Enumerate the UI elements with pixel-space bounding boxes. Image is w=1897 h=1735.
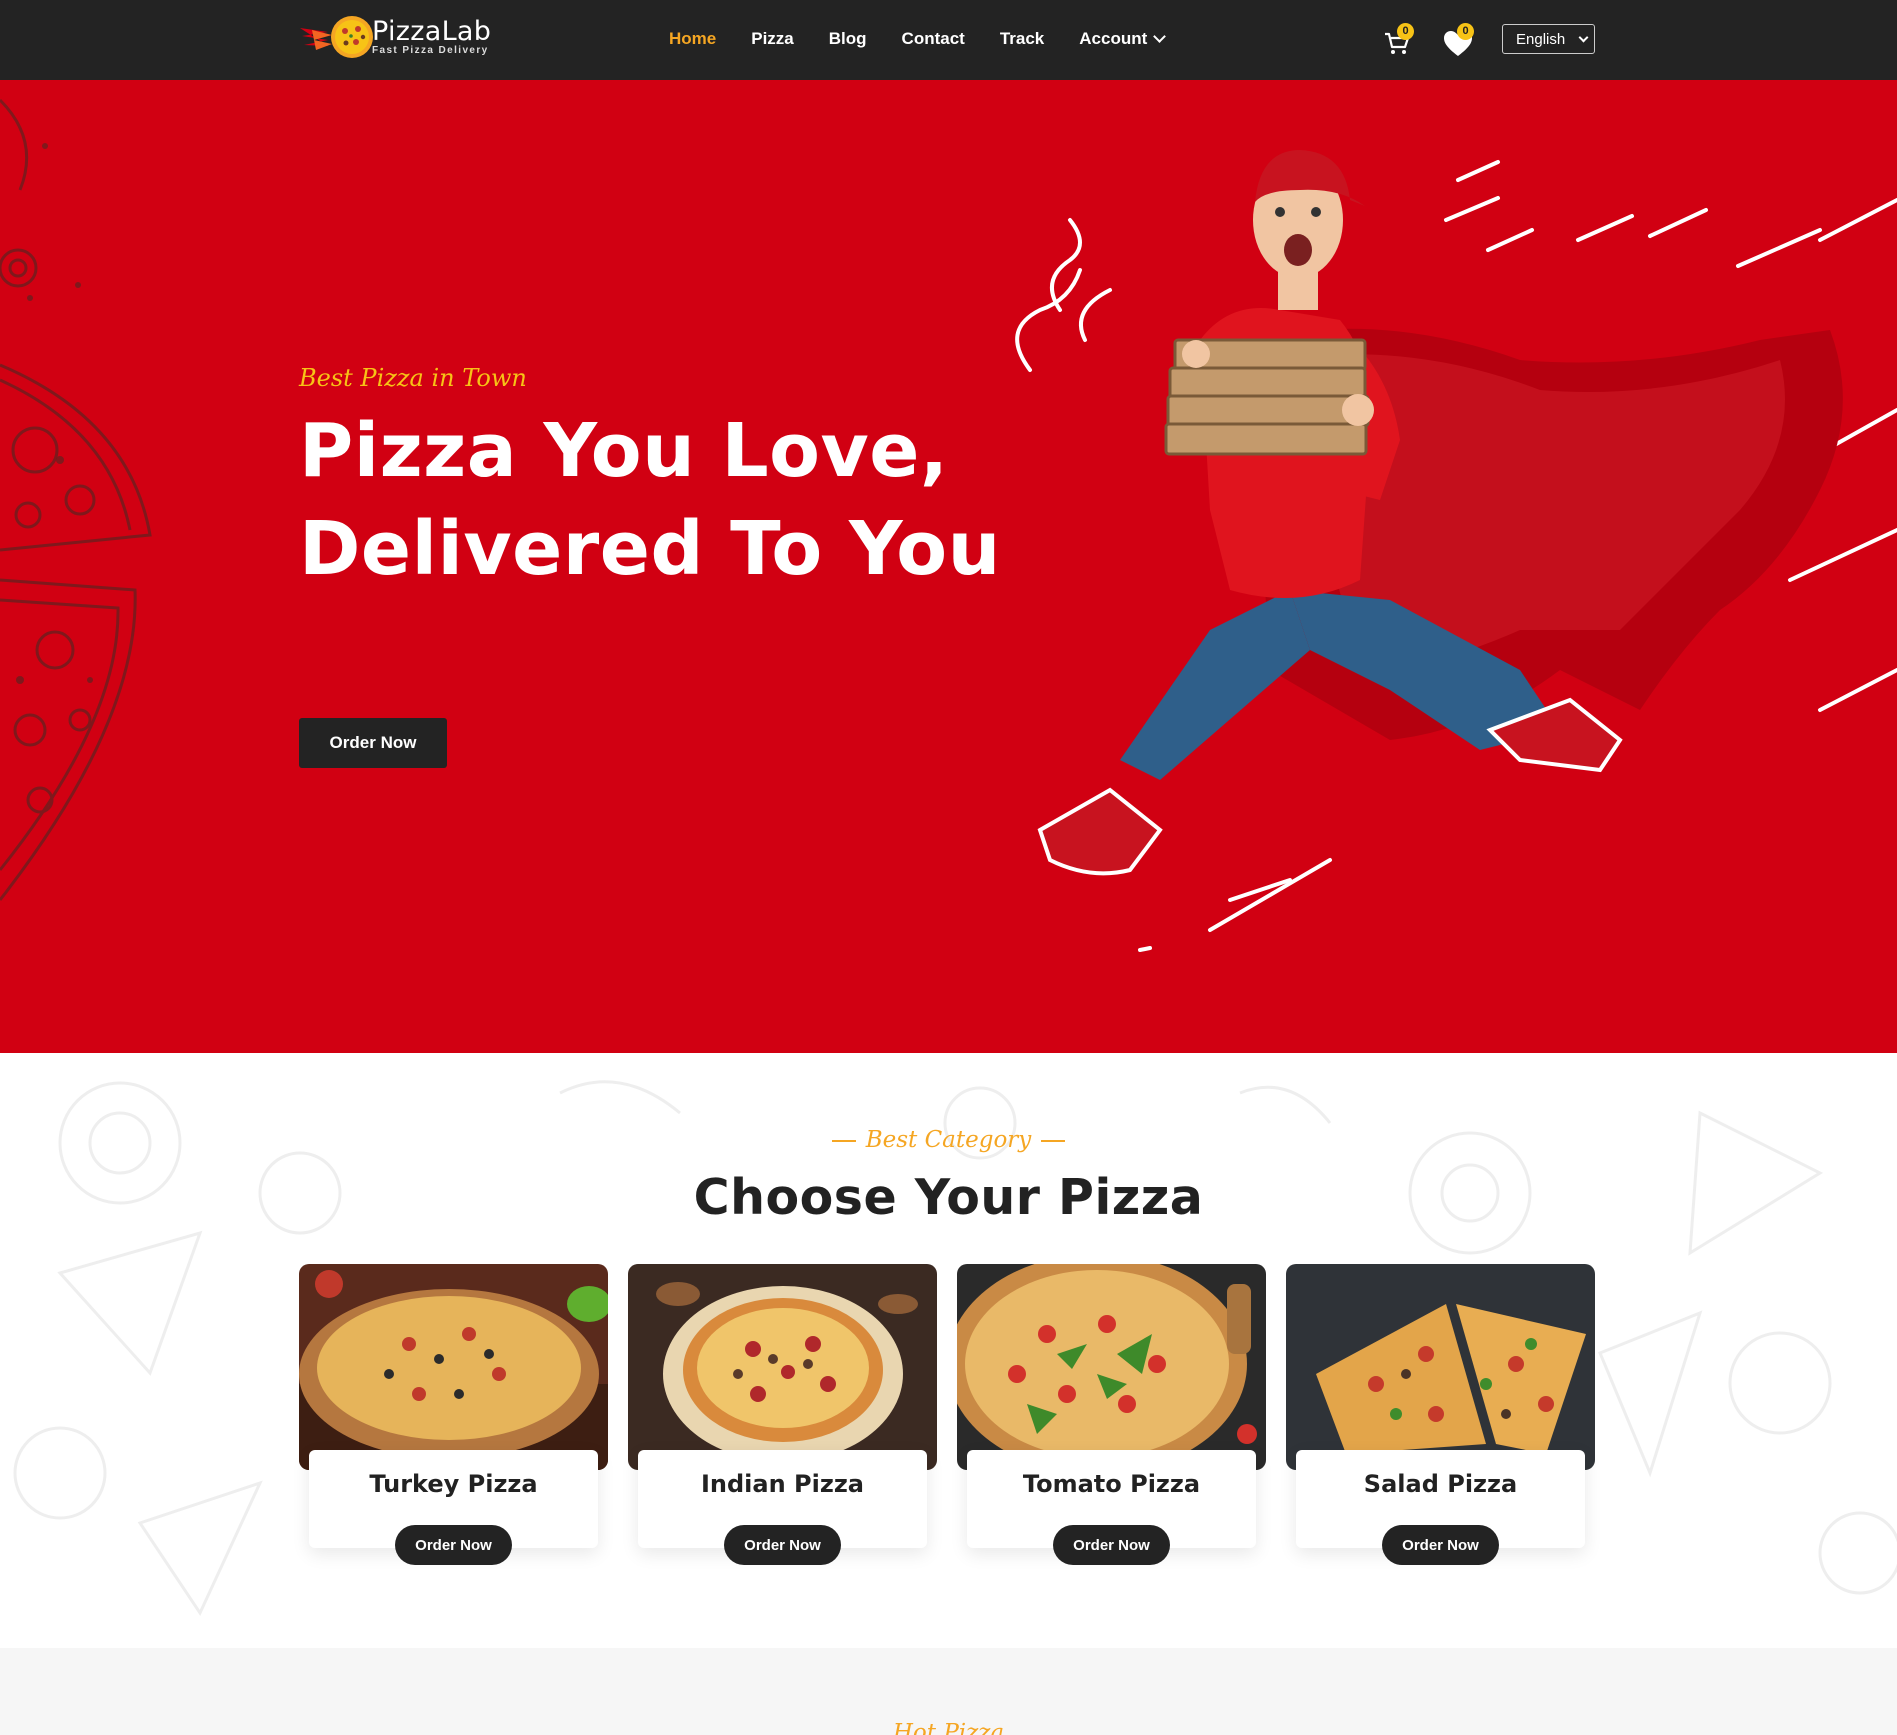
pizza-image[interactable]: [628, 1264, 937, 1470]
pizza-card-body: Turkey Pizza Order Now: [309, 1450, 598, 1565]
eyebrow-dash: [1041, 1140, 1066, 1142]
pizza-card: Turkey Pizza Order Now: [299, 1264, 608, 1571]
wishlist-count-badge: 0: [1457, 23, 1474, 40]
pizza-image[interactable]: [957, 1264, 1266, 1470]
pizza-sketch-decoration: [0, 98, 152, 901]
category-eyebrow: Best Category: [0, 1127, 1897, 1153]
hero-section: Best Pizza in Town Pizza You Love, Deliv…: [0, 80, 1897, 1053]
pizza-image[interactable]: [1286, 1264, 1595, 1470]
pizza-card-body: Tomato Pizza Order Now: [967, 1450, 1256, 1565]
logo-name: PizzaLab: [372, 16, 492, 47]
pizza-card-body: Salad Pizza Order Now: [1296, 1450, 1585, 1565]
delivery-man-illustration: [1015, 150, 1897, 952]
pizza-photo: [1286, 1264, 1595, 1470]
pizza-photo: [299, 1264, 608, 1470]
eyebrow-dash: [831, 1140, 856, 1142]
order-now-button[interactable]: Order Now: [1053, 1525, 1170, 1565]
wishlist-button[interactable]: 0: [1440, 23, 1476, 58]
pizza-card: Salad Pizza Order Now: [1286, 1264, 1595, 1571]
pizza-card-body: Indian Pizza Order Now: [638, 1450, 927, 1565]
pizza-name: Indian Pizza: [700, 1470, 864, 1498]
category-eyebrow-text: Best Category: [865, 1127, 1032, 1153]
chevron-down-icon: [1153, 30, 1167, 43]
hero-tagline: Best Pizza in Town: [299, 364, 527, 392]
nav-track[interactable]: Track: [1000, 27, 1044, 51]
pizza-card: Tomato Pizza Order Now: [957, 1264, 1266, 1571]
hot-pizza-eyebrow: Hot Pizza: [892, 1720, 1005, 1735]
order-now-button[interactable]: Order Now: [395, 1525, 512, 1565]
nav-contact[interactable]: Contact: [902, 27, 965, 51]
language-select[interactable]: English: [1502, 24, 1595, 54]
order-now-button[interactable]: Order Now: [1382, 1525, 1499, 1565]
category-title: Choose Your Pizza: [693, 1169, 1204, 1226]
chevron-down-icon: [1578, 32, 1589, 42]
logo-tagline: Fast Pizza Delivery: [372, 45, 489, 56]
hot-pizza-section: Hot Pizza: [0, 1648, 1897, 1735]
nav-account-label: Account: [1079, 29, 1148, 48]
language-value: English: [1516, 30, 1566, 48]
nav-account[interactable]: Account: [1079, 27, 1167, 51]
pizza-photo: [957, 1264, 1266, 1470]
order-now-button[interactable]: Order Now: [724, 1525, 841, 1565]
hero-order-button[interactable]: Order Now: [299, 718, 447, 768]
nav-home[interactable]: Home: [669, 27, 716, 51]
category-section: Best Category Choose Your Pizza Turkey P…: [0, 1053, 1897, 1648]
cart-button[interactable]: 0: [1380, 23, 1416, 58]
main-nav: Home Pizza Blog Contact Track Account: [669, 27, 1199, 51]
pizza-name: Turkey Pizza: [369, 1470, 538, 1498]
nav-pizza[interactable]: Pizza: [751, 27, 794, 51]
hero-title: Pizza You Love, Delivered To You: [299, 408, 1001, 592]
logo[interactable]: PizzaLab Fast Pizza Delivery: [298, 12, 508, 62]
pizza-logo-icon: [300, 16, 373, 58]
site-header: PizzaLab Fast Pizza Delivery Home Pizza …: [0, 0, 1897, 80]
cart-count-badge: 0: [1397, 23, 1414, 40]
pizza-card: Indian Pizza Order Now: [628, 1264, 937, 1571]
pizza-image[interactable]: [299, 1264, 608, 1470]
pizza-photo: [628, 1264, 937, 1470]
nav-blog[interactable]: Blog: [829, 27, 867, 51]
pizza-name: Salad Pizza: [1363, 1470, 1518, 1498]
pizza-name: Tomato Pizza: [1022, 1470, 1201, 1498]
